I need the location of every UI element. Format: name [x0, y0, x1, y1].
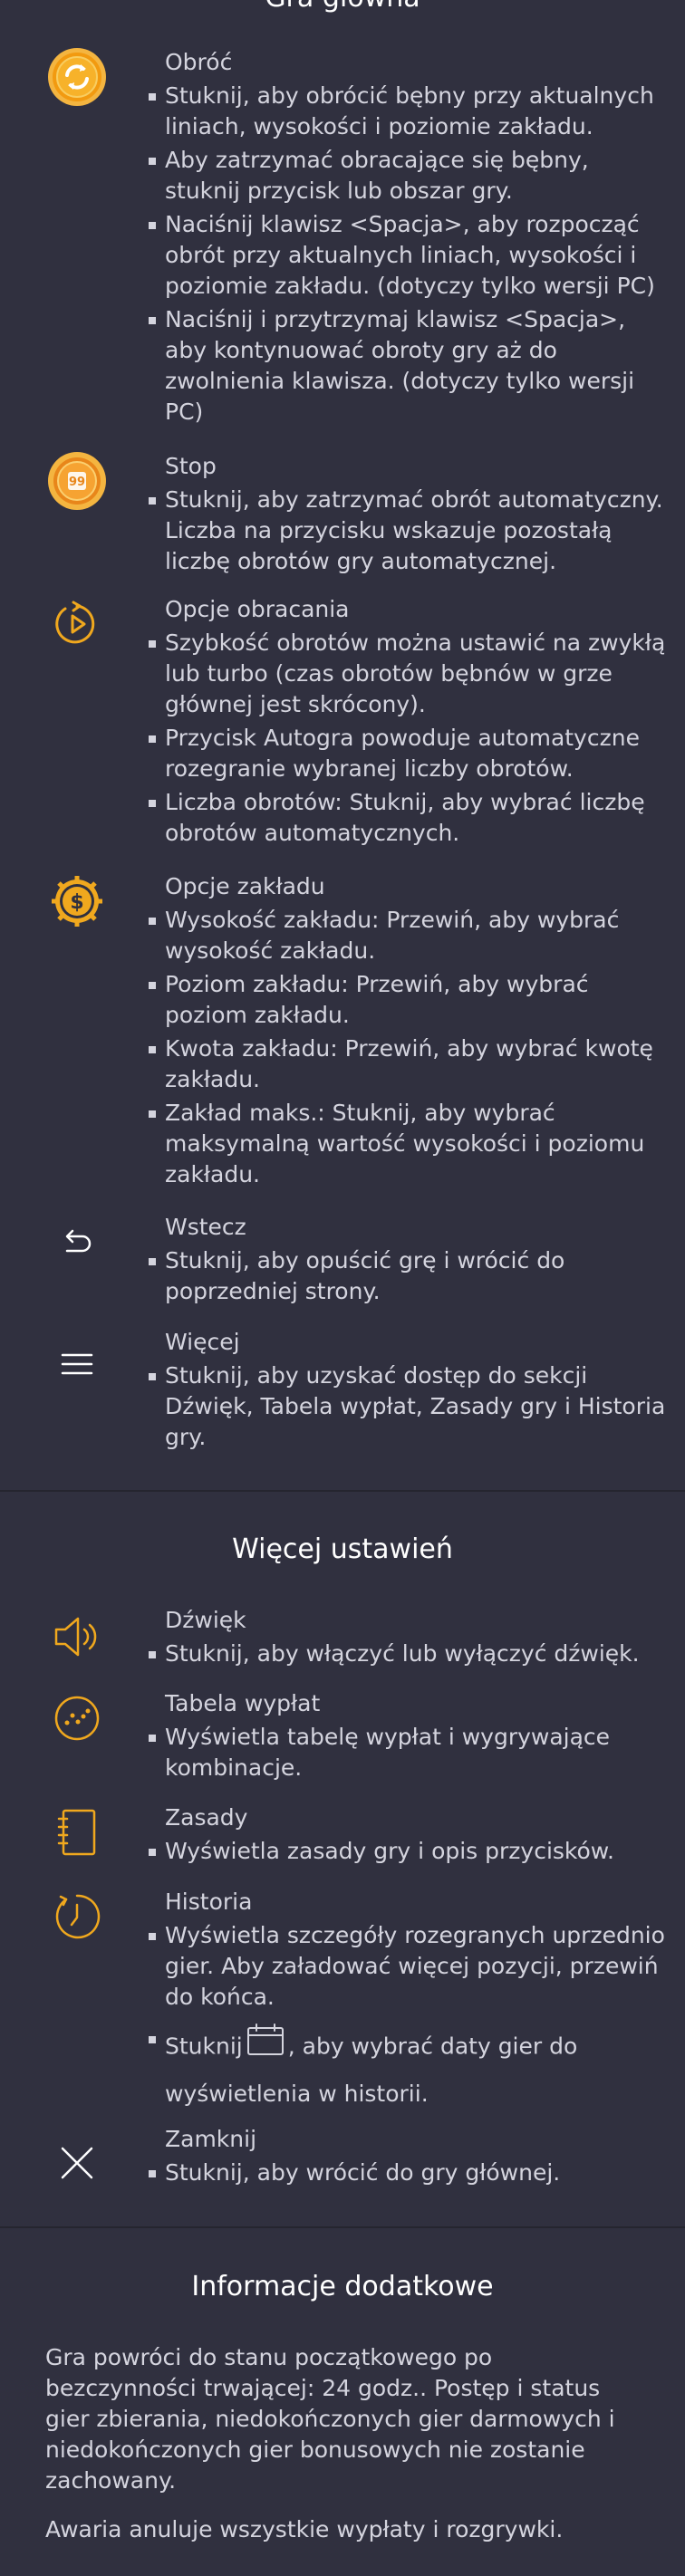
section-title-additional-info: Informacje dodatkowe — [191, 2271, 494, 2302]
spin-bullets: Stuknij, aby obrócić bębny przy aktualny… — [149, 81, 667, 428]
svg-text:$: $ — [70, 891, 83, 914]
help-item-back: Wstecz Stuknij, aby opuścić grę i wrócić… — [0, 1212, 685, 1307]
paytable-icon — [47, 1688, 107, 1748]
section-title-more-settings: Więcej ustawień — [232, 1533, 453, 1565]
list-item: Aby zatrzymać obracające się bębny, stuk… — [149, 145, 667, 207]
back-title: Wstecz — [165, 1214, 246, 1240]
list-item: Liczba obrotów: Stuknij, aby wybrać licz… — [149, 787, 667, 849]
section-divider — [0, 1490, 685, 1492]
spin-options-bullets: Szybkość obrotów można ustawić na zwykłą… — [149, 628, 667, 849]
history-bullets: Wyświetla szczegóły rozegranych uprzedni… — [149, 1920, 667, 2117]
paytable-bullets: Wyświetla tabelę wypłat i wygrywające ko… — [149, 1722, 667, 1783]
list-item: Wysokość zakładu: Przewiń, aby wybrać wy… — [149, 905, 667, 966]
spin-options-icon — [47, 594, 107, 654]
sound-title: Dźwięk — [165, 1607, 246, 1633]
stop-badge-count: 99 — [69, 476, 85, 489]
list-item: Stuknij, aby wybrać daty gier do wyświet… — [149, 2023, 667, 2117]
history-date-text-pre: Stuknij — [165, 2033, 243, 2060]
list-item: Stuknij, aby włączyć lub wyłączyć dźwięk… — [149, 1639, 667, 1669]
rules-title: Zasady — [165, 1804, 248, 1831]
stop-bullets: Stuknij, aby zatrzymać obrót automatyczn… — [149, 485, 667, 577]
additional-info-body: Gra powróci do stanu początkowego po bez… — [0, 2342, 685, 2545]
help-item-stop: 99 Stop Stuknij, aby zatrzymać obrót aut… — [0, 451, 685, 577]
speaker-icon — [47, 1607, 107, 1667]
sound-bullets: Stuknij, aby włączyć lub wyłączyć dźwięk… — [149, 1639, 667, 1669]
section-main-game: Gra główna — [0, 0, 685, 16]
calendar-icon — [246, 2023, 285, 2071]
help-item-sound: Dźwięk Stuknij, aby włączyć lub wyłączyć… — [0, 1605, 685, 1669]
history-title: Historia — [165, 1889, 253, 1915]
back-arrow-icon — [47, 1212, 107, 1272]
section-additional-info: Informacje dodatkowe — [0, 2269, 685, 2305]
paytable-title: Tabela wypłat — [165, 1690, 321, 1716]
help-item-more: Więcej Stuknij, aby uzyskać dostęp do se… — [0, 1327, 685, 1453]
list-item: Szybkość obrotów można ustawić na zwykłą… — [149, 628, 667, 720]
more-title: Więcej — [165, 1329, 240, 1355]
coin-icon: $ — [47, 871, 107, 931]
list-item: Wyświetla tabelę wypłat i wygrywające ko… — [149, 1722, 667, 1783]
help-item-spin-options: Opcje obracania Szybkość obrotów można u… — [0, 594, 685, 849]
list-item: Przycisk Autogra powoduje automatyczne r… — [149, 723, 667, 784]
list-item: Naciśnij klawisz <Spacja>, aby rozpocząć… — [149, 209, 667, 302]
more-bullets: Stuknij, aby uzyskać dostęp do sekcji Dź… — [149, 1360, 667, 1453]
help-item-rules: Zasady Wyświetla zasady gry i opis przyc… — [0, 1802, 685, 1867]
list-item: Stuknij, aby zatrzymać obrót automatyczn… — [149, 485, 667, 577]
close-title: Zamknij — [165, 2126, 257, 2152]
help-item-close: Zamknij Stuknij, aby wrócić do gry główn… — [0, 2124, 685, 2188]
menu-icon — [47, 1334, 107, 1394]
rules-book-icon — [47, 1802, 107, 1862]
list-item: Kwota zakładu: Przewiń, aby wybrać kwotę… — [149, 1033, 667, 1095]
list-item: Stuknij, aby wrócić do gry głównej. — [149, 2158, 667, 2188]
close-icon — [47, 2133, 107, 2193]
bet-options-title: Opcje zakładu — [165, 873, 325, 899]
back-bullets: Stuknij, aby opuścić grę i wrócić do pop… — [149, 1245, 667, 1307]
bet-options-bullets: Wysokość zakładu: Przewiń, aby wybrać wy… — [149, 905, 667, 1190]
list-item: Stuknij, aby opuścić grę i wrócić do pop… — [149, 1245, 667, 1307]
section-title-main-game: Gra główna — [0, 0, 685, 16]
spin-options-title: Opcje obracania — [165, 596, 350, 622]
spin-button-icon — [47, 47, 107, 107]
help-item-bet-options: $ Opcje zakładu Wysokość zakładu: Przewi… — [0, 871, 685, 1190]
list-item: Stuknij, aby uzyskać dostęp do sekcji Dź… — [149, 1360, 667, 1453]
info-paragraph: Gra powróci do stanu początkowego po bez… — [45, 2344, 615, 2494]
help-item-paytable: Tabela wypłat Wyświetla tabelę wypłat i … — [0, 1688, 685, 1783]
rules-bullets: Wyświetla zasady gry i opis przycisków. — [149, 1836, 667, 1867]
info-paragraph: Awaria anuluje wszystkie wypłaty i rozgr… — [45, 2516, 564, 2542]
history-clock-icon — [47, 1887, 107, 1946]
stop-button-icon: 99 — [47, 451, 107, 511]
section-divider — [0, 2226, 685, 2228]
close-bullets: Stuknij, aby wrócić do gry głównej. — [149, 2158, 667, 2188]
list-item: Stuknij, aby obrócić bębny przy aktualny… — [149, 81, 667, 142]
list-item: Wyświetla zasady gry i opis przycisków. — [149, 1836, 667, 1867]
help-item-history: Historia Wyświetla szczegóły rozegranych… — [0, 1887, 685, 2117]
help-item-spin: Obróć Stuknij, aby obrócić bębny przy ak… — [0, 47, 685, 428]
spin-title: Obróć — [165, 49, 233, 75]
section-more-settings: Więcej ustawień — [0, 1532, 685, 1568]
list-item: Zakład maks.: Stuknij, aby wybrać maksym… — [149, 1098, 667, 1190]
list-item: Poziom zakładu: Przewiń, aby wybrać pozi… — [149, 969, 667, 1031]
stop-title: Stop — [165, 453, 217, 479]
list-item: Naciśnij i przytrzymaj klawisz <Spacja>,… — [149, 304, 667, 428]
list-item: Wyświetla szczegóły rozegranych uprzedni… — [149, 1920, 667, 2013]
